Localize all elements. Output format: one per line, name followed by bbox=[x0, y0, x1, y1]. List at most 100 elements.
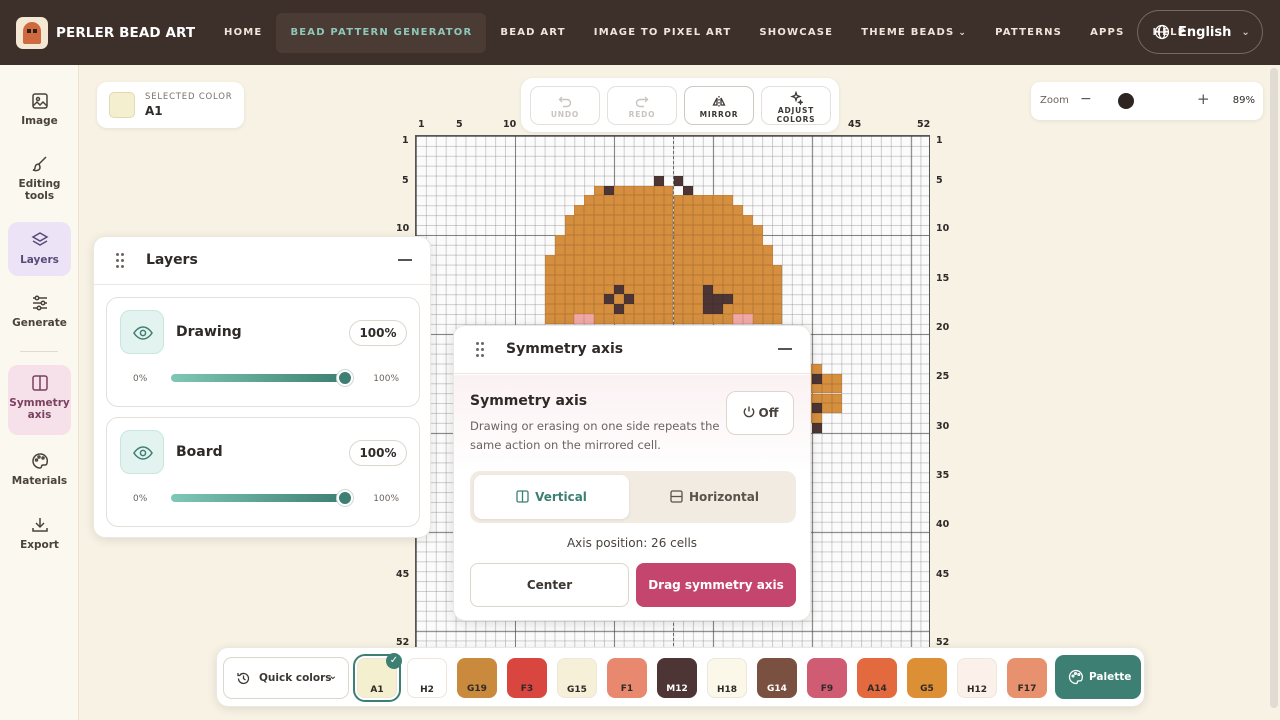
nav-image-to-pixel-art[interactable]: IMAGE TO PIXEL ART bbox=[580, 13, 746, 53]
bead-cell bbox=[653, 304, 664, 315]
nav-home[interactable]: HOME bbox=[210, 13, 276, 53]
color-swatch-f9[interactable]: F9 bbox=[807, 658, 847, 698]
slider-handle[interactable] bbox=[337, 490, 353, 506]
nav-theme-beads[interactable]: THEME BEADS ⌄ bbox=[847, 13, 981, 53]
nav-bead-pattern-generator[interactable]: BEAD PATTERN GENERATOR bbox=[276, 12, 487, 53]
color-swatch-g15[interactable]: G15 bbox=[557, 658, 597, 698]
sidebar-item-image[interactable]: Image bbox=[8, 83, 71, 135]
color-swatch-f1[interactable]: F1 bbox=[607, 658, 647, 698]
bead-cell bbox=[683, 215, 694, 226]
sidebar-item-editing-tools[interactable]: Editing tools bbox=[8, 146, 71, 210]
color-swatch-m12[interactable]: M12 bbox=[657, 658, 697, 698]
bead-cell bbox=[732, 225, 743, 236]
bead-cell bbox=[831, 373, 842, 384]
color-swatch-a14[interactable]: A14 bbox=[857, 658, 897, 698]
page-scrollbar[interactable] bbox=[1270, 68, 1278, 708]
top-axis-number: 10 bbox=[503, 119, 517, 130]
bead-cell bbox=[732, 294, 743, 305]
drawing-opacity-slider[interactable] bbox=[171, 374, 345, 382]
sidebar-item-layers[interactable]: Layers bbox=[8, 222, 71, 276]
minimize-icon[interactable] bbox=[778, 348, 792, 350]
bead-cell bbox=[703, 264, 714, 275]
sidebar-item-export[interactable]: Export bbox=[8, 507, 71, 559]
bead-cell bbox=[713, 215, 723, 226]
bead-cell bbox=[614, 284, 624, 295]
bead-cell bbox=[742, 294, 753, 305]
bead-cell bbox=[713, 274, 723, 285]
drag-handle-icon[interactable] bbox=[476, 342, 484, 358]
bead-cell bbox=[594, 254, 605, 265]
nav-patterns[interactable]: PATTERNS bbox=[981, 13, 1076, 53]
vertical-axis-button[interactable]: Vertical bbox=[474, 475, 629, 519]
layer-name: Board bbox=[176, 444, 223, 460]
bead-cell bbox=[752, 314, 763, 325]
quick-colors-dropdown[interactable]: Quick colors ⌄ bbox=[223, 657, 349, 699]
sidebar-item-materials[interactable]: Materials bbox=[8, 443, 71, 495]
brand[interactable]: PERLER BEAD ART bbox=[16, 16, 196, 49]
right-axis-number: 35 bbox=[936, 470, 950, 481]
bead-cell bbox=[713, 244, 723, 255]
bead-cell bbox=[643, 284, 654, 295]
color-swatch-f3[interactable]: F3 bbox=[507, 658, 547, 698]
bead-cell bbox=[564, 254, 575, 265]
bead-cell bbox=[564, 225, 575, 236]
nav-showcase[interactable]: SHOWCASE bbox=[745, 13, 847, 53]
bead-cell bbox=[544, 314, 555, 325]
layers-panel-header: Layers bbox=[94, 237, 430, 285]
bead-cell bbox=[574, 225, 585, 236]
zoom-out-button[interactable]: − bbox=[1080, 91, 1092, 107]
bead-cell bbox=[633, 284, 644, 295]
nav-bead-art[interactable]: BEAD ART bbox=[486, 13, 579, 53]
bead-cell bbox=[554, 284, 565, 295]
slider-handle[interactable] bbox=[337, 370, 353, 386]
nav-apps[interactable]: APPS bbox=[1076, 13, 1138, 53]
sidebar-item-generate[interactable]: Generate bbox=[8, 285, 71, 337]
bead-cell bbox=[623, 185, 634, 196]
color-swatch-h2[interactable]: H2 bbox=[407, 658, 447, 698]
zoom-label: Zoom bbox=[1040, 95, 1069, 106]
zoom-slider-handle[interactable] bbox=[1118, 93, 1134, 109]
color-swatch-g19[interactable]: G19 bbox=[457, 658, 497, 698]
bead-cell bbox=[633, 294, 644, 305]
bead-cell bbox=[584, 235, 595, 245]
board-opacity-slider[interactable] bbox=[171, 494, 345, 502]
bead-cell bbox=[544, 284, 555, 295]
horizontal-axis-button[interactable]: Horizontal bbox=[637, 475, 792, 519]
bead-cell bbox=[614, 215, 624, 226]
bead-cell bbox=[594, 264, 605, 275]
color-swatch-f17[interactable]: F17 bbox=[1007, 658, 1047, 698]
color-swatch-h12[interactable]: H12 bbox=[957, 658, 997, 698]
bead-cell bbox=[653, 195, 664, 206]
symmetry-toggle-button[interactable]: Off bbox=[726, 391, 794, 435]
bead-cell bbox=[812, 383, 823, 394]
bead-cell bbox=[673, 205, 684, 216]
sidebar-item-symmetry-axis[interactable]: Symmetry axis bbox=[8, 365, 71, 435]
color-swatch-h18[interactable]: H18 bbox=[707, 658, 747, 698]
bead-cell bbox=[584, 264, 595, 275]
bead-cell bbox=[594, 244, 605, 255]
color-swatch-a1[interactable]: A1 ✓ bbox=[353, 653, 402, 702]
center-axis-button[interactable]: Center bbox=[470, 563, 629, 607]
bead-cell bbox=[703, 225, 714, 236]
drawing-visibility-toggle[interactable] bbox=[120, 310, 164, 354]
drag-handle-icon[interactable] bbox=[116, 253, 124, 269]
palette-button[interactable]: Palette bbox=[1055, 655, 1141, 699]
chevron-down-icon: ⌄ bbox=[1241, 26, 1250, 38]
bead-cell bbox=[643, 244, 654, 255]
drag-symmetry-axis-button[interactable]: Drag symmetry axis bbox=[636, 563, 796, 607]
undo-icon bbox=[558, 96, 572, 108]
bead-cell bbox=[732, 274, 743, 285]
color-swatch-g5[interactable]: G5 bbox=[907, 658, 947, 698]
bead-cell bbox=[653, 254, 664, 265]
right-axis-number: 15 bbox=[936, 273, 950, 284]
minimize-icon[interactable] bbox=[398, 259, 412, 261]
chevron-down-icon: ⌄ bbox=[958, 27, 968, 38]
bead-cell bbox=[693, 314, 704, 325]
language-selector[interactable]: English ⌄ bbox=[1137, 10, 1263, 54]
bead-cell bbox=[673, 254, 684, 265]
zoom-in-button[interactable]: + bbox=[1197, 90, 1210, 108]
board-visibility-toggle[interactable] bbox=[120, 430, 164, 474]
color-swatch-g14[interactable]: G14 bbox=[757, 658, 797, 698]
bead-cell bbox=[762, 304, 773, 315]
bead-cell bbox=[544, 304, 555, 315]
